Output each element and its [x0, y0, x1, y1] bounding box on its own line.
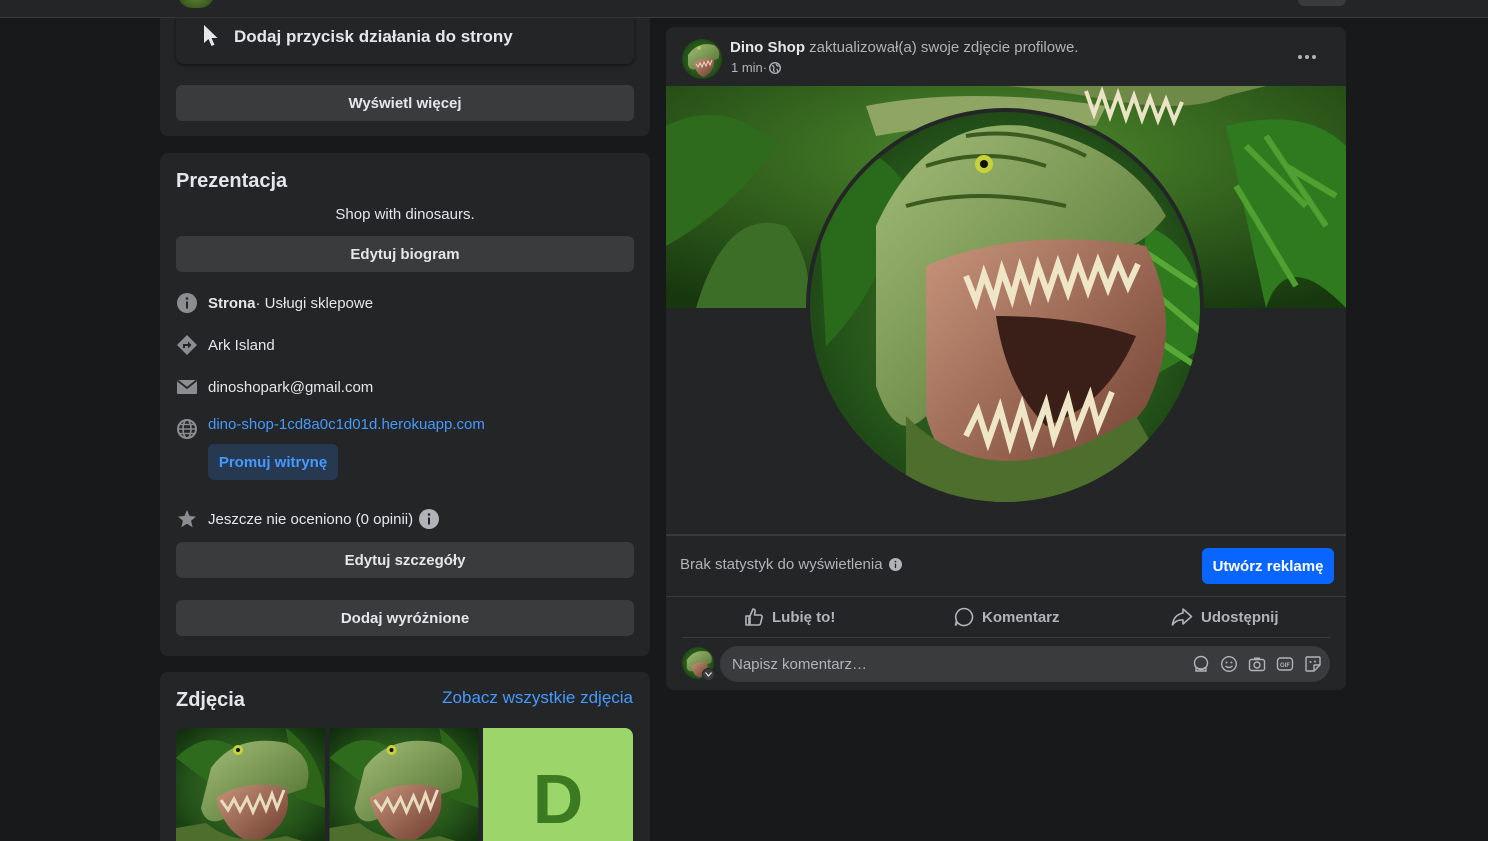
- thumbs-up-icon: [745, 608, 763, 626]
- bio-text: Shop with dinosaurs.: [335, 206, 475, 223]
- profile-update-image[interactable]: [666, 86, 1346, 534]
- like-button[interactable]: Lubię to!: [744, 604, 835, 630]
- avatar-sticker-icon[interactable]: [1192, 655, 1210, 673]
- add-action-button-row[interactable]: Dodaj przycisk działania do strony: [176, 18, 634, 64]
- top-navigation-bar: [0, 0, 1488, 18]
- author-avatar[interactable]: [682, 39, 722, 79]
- share-button[interactable]: Udostępnij: [1171, 604, 1279, 630]
- nav-menu-button[interactable]: [1298, 0, 1346, 6]
- nav-avatar[interactable]: [178, 0, 214, 8]
- intro-card: Prezentacja Shop with dinosaurs. Edytuj …: [160, 153, 650, 656]
- stats-text: Brak statystyk do wyświetlenia: [680, 556, 883, 573]
- photos-card: Zdjęcia Zobacz wszystkie zdjęcia D: [160, 672, 650, 841]
- star-icon: [176, 508, 198, 530]
- email-text[interactable]: dinoshopark@gmail.com: [208, 379, 373, 396]
- website-row: dino-shop-1cd8a0c1d01d.herokuapp.com: [176, 416, 485, 440]
- cursor-click-icon: [204, 25, 218, 46]
- globe-icon: [176, 418, 198, 440]
- page-actions-card: Dodaj przycisk działania do strony Wyświ…: [160, 18, 650, 136]
- category-row: Strona · Usługi sklepowe: [176, 292, 373, 314]
- rating-info-icon[interactable]: [419, 509, 440, 529]
- rating-text: Jeszcze nie oceniono (0 opinii): [208, 510, 414, 528]
- sticker-icon[interactable]: [1304, 655, 1322, 673]
- post-time[interactable]: 1 min: [731, 60, 763, 75]
- intro-title: Prezentacja: [176, 170, 288, 192]
- share-label: Udostępnij: [1201, 608, 1279, 626]
- author-name[interactable]: Dino Shop: [730, 39, 805, 56]
- post-header-text: Dino Shop zaktualizował(a) swoje zdjęcie…: [730, 39, 1078, 57]
- chevron-down-icon[interactable]: [702, 668, 715, 681]
- gif-icon[interactable]: GIF: [1276, 655, 1294, 673]
- comment-input[interactable]: Napisz komentarz… GIF: [720, 646, 1330, 682]
- location-row: Ark Island: [176, 334, 275, 356]
- promote-website-button[interactable]: Promuj witrynę: [208, 444, 338, 480]
- category-type: Strona: [208, 294, 256, 312]
- category-name: · Usługi sklepowe: [255, 294, 374, 312]
- svg-text:GIF: GIF: [1280, 663, 1290, 669]
- location-text: Ark Island: [208, 336, 275, 354]
- dinosaur-profile-picture: [666, 86, 1346, 506]
- directions-icon: [176, 334, 198, 356]
- share-arrow-icon: [1171, 608, 1193, 626]
- edit-details-button[interactable]: Edytuj szczegóły: [176, 542, 634, 578]
- photos-title: Zdjęcia: [176, 689, 245, 711]
- photo-thumbnail[interactable]: [329, 728, 479, 841]
- comment-placeholder: Napisz komentarz…: [732, 656, 868, 673]
- dinosaur-image: [329, 728, 479, 841]
- create-ad-button[interactable]: Utwórz reklamę: [1202, 548, 1334, 584]
- actions-bottom-divider: [682, 637, 1330, 638]
- photo-thumbnail-placeholder[interactable]: D: [483, 728, 633, 841]
- comment-label: Komentarz: [982, 608, 1060, 626]
- comment-bubble-icon: [954, 607, 974, 627]
- like-label: Lubię to!: [772, 608, 836, 626]
- actions-top-divider: [666, 596, 1346, 597]
- dinosaur-avatar-image: [682, 39, 722, 79]
- info-circle-icon: [176, 292, 198, 314]
- see-more-button[interactable]: Wyświetl więcej: [176, 85, 634, 121]
- website-link[interactable]: dino-shop-1cd8a0c1d01d.herokuapp.com: [208, 416, 485, 433]
- mail-icon: [176, 376, 198, 398]
- see-all-photos-link[interactable]: Zobacz wszystkie zdjęcia: [442, 688, 633, 708]
- post-card: Dino Shop zaktualizował(a) swoje zdjęcie…: [666, 27, 1346, 690]
- add-featured-button[interactable]: Dodaj wyróżnione: [176, 600, 634, 636]
- add-action-button-label: Dodaj przycisk działania do strony: [234, 27, 513, 46]
- emoji-icon[interactable]: [1220, 655, 1238, 673]
- dinosaur-image: [176, 728, 325, 841]
- post-action-text: zaktualizował(a) swoje zdjęcie profilowe…: [805, 39, 1079, 56]
- post-time-separator: ·: [762, 60, 768, 75]
- info-circle-icon[interactable]: [888, 558, 902, 571]
- comment-button[interactable]: Komentarz: [954, 604, 1060, 630]
- edit-bio-button[interactable]: Edytuj biogram: [176, 236, 634, 272]
- photo-thumbnail[interactable]: [176, 728, 325, 841]
- more-horizontal-icon[interactable]: [1292, 45, 1322, 69]
- placeholder-letter: D: [532, 760, 584, 838]
- post-meta: 1 min ·: [731, 60, 782, 75]
- image-divider: [666, 534, 1346, 536]
- comment-tools: GIF: [1192, 655, 1322, 673]
- rating-row: Jeszcze nie oceniono (0 opinii): [176, 508, 440, 530]
- public-globe-icon: [769, 61, 782, 74]
- camera-icon[interactable]: [1248, 655, 1266, 673]
- stats-row: Brak statystyk do wyświetlenia: [680, 556, 902, 573]
- email-row: dinoshopark@gmail.com: [176, 376, 373, 398]
